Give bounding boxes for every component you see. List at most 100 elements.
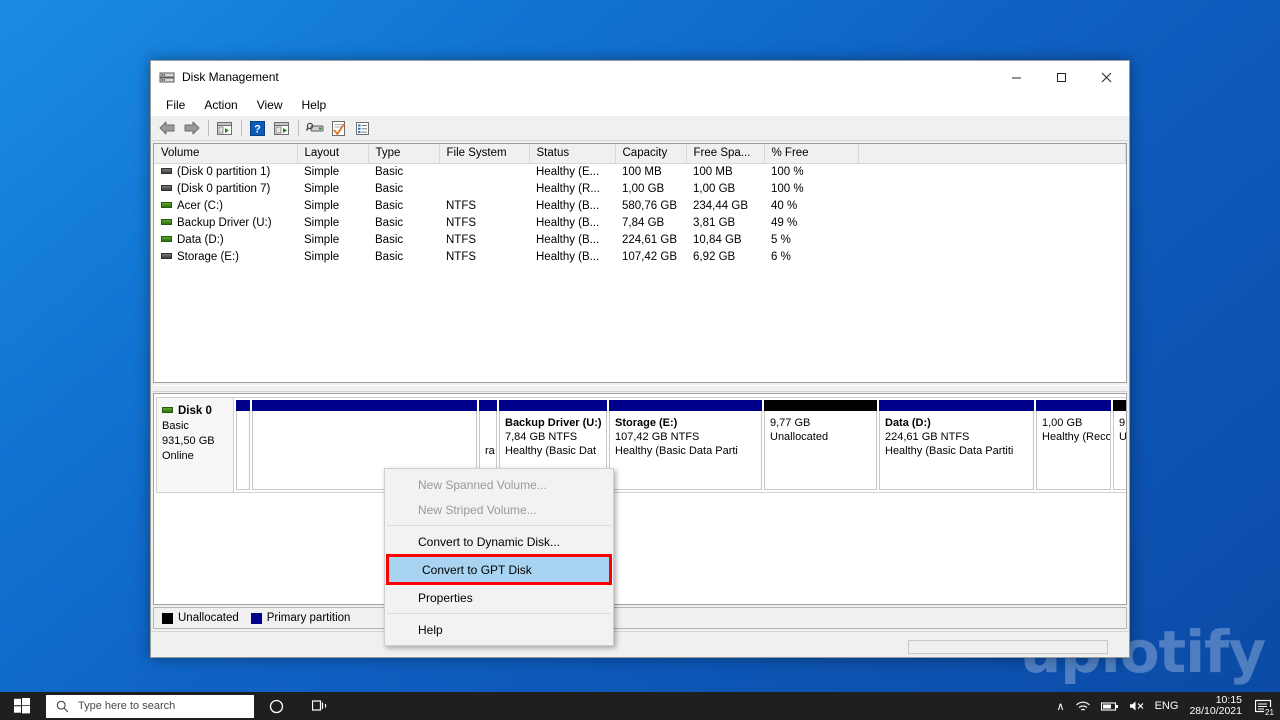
legend-swatch-primary-partition <box>250 612 262 624</box>
cell-free-space: 234,44 GB <box>693 199 748 212</box>
col-spacer[interactable] <box>858 144 1126 164</box>
menu-item-convert-to-gpt-disk[interactable]: Convert to GPT Disk <box>389 557 609 582</box>
menu-item-help[interactable]: Help <box>385 617 613 642</box>
table-header-row: Volume Layout Type File System Status Ca… <box>154 144 1126 164</box>
list-view-icon[interactable] <box>351 117 374 139</box>
table-row[interactable]: Storage (E:) Simple Basic NTFS Healthy (B...… <box>154 248 1126 265</box>
legend-label-primary-partition: Primary partition <box>266 612 351 624</box>
task-view-icon[interactable] <box>298 692 342 720</box>
disk-size: 931,50 GB <box>162 435 215 447</box>
volume-label: (Disk 0 partition 1) <box>177 165 271 178</box>
table-row[interactable]: Acer (C:) Simple Basic NTFS Healthy (B... 580… <box>154 197 1126 214</box>
cell-percent-free: 5 % <box>771 233 791 246</box>
minimize-button[interactable] <box>994 61 1039 94</box>
partition-status: Un <box>1119 431 1127 443</box>
pane-splitter[interactable] <box>153 385 1127 392</box>
cell-status: Healthy (B... <box>536 216 600 229</box>
table-row[interactable]: Backup Driver (U:) Simple Basic NTFS Healthy… <box>154 214 1126 231</box>
cell-type: Basic <box>375 250 404 263</box>
properties-icon[interactable] <box>327 117 350 139</box>
partition-size: 1,00 GB <box>1042 417 1083 429</box>
menu-file[interactable]: File <box>160 96 194 114</box>
menu-item-convert-to-dynamic-disk[interactable]: Convert to Dynamic Disk... <box>385 529 613 554</box>
col-type[interactable]: Type <box>368 144 440 164</box>
clock[interactable]: 10:15 28/10/2021 <box>1183 695 1250 717</box>
cell-volume: Data (D:) <box>154 231 297 248</box>
show-hide-console-tree-icon[interactable] <box>270 117 293 139</box>
close-button[interactable] <box>1084 61 1129 94</box>
notification-center-icon[interactable]: 21 <box>1250 692 1276 720</box>
battery-icon[interactable] <box>1096 692 1124 720</box>
disk-partition[interactable] <box>236 400 250 490</box>
table-row[interactable]: (Disk 0 partition 1) Simple Basic Healthy (… <box>154 163 1126 180</box>
window-title: Disk Management <box>182 70 279 84</box>
cell-layout: Simple <box>304 182 340 195</box>
cell-layout: Simple <box>304 165 340 178</box>
cell-capacity: 1,00 GB <box>622 182 665 195</box>
speaker-muted-icon[interactable] <box>1124 692 1150 720</box>
col-layout[interactable]: Layout <box>297 144 369 164</box>
disk-name: Disk 0 <box>178 405 212 417</box>
col-volume[interactable]: Volume <box>154 144 298 164</box>
disk-partition[interactable]: 9 M Un <box>1113 400 1127 490</box>
partition-color-band <box>236 400 250 411</box>
col-free-space[interactable]: Free Spa... <box>686 144 765 164</box>
maximize-button[interactable] <box>1039 61 1084 94</box>
wifi-icon[interactable] <box>1070 692 1096 720</box>
cell-type: Basic <box>375 216 404 229</box>
language-indicator[interactable]: ENG <box>1150 692 1184 720</box>
partition-details <box>236 411 250 490</box>
back-icon[interactable] <box>156 117 179 139</box>
search-input[interactable]: Type here to search <box>46 694 254 718</box>
volume-status-icon <box>161 201 172 208</box>
volume-table-body: (Disk 0 partition 1) Simple Basic Healthy (… <box>154 163 1126 265</box>
partition-color-band <box>499 400 607 411</box>
windows-logo-icon[interactable] <box>0 692 44 720</box>
window-controls <box>994 61 1129 94</box>
volume-label: Storage (E:) <box>177 250 239 263</box>
cell-file-system: NTFS <box>446 250 477 263</box>
menu-item-properties[interactable]: Properties <box>385 585 613 610</box>
chevron-up-icon[interactable]: ∧ <box>1052 692 1070 720</box>
horizontal-scrollbar[interactable] <box>908 640 1108 654</box>
partition-status: Healthy (Basic Data Parti <box>615 445 738 457</box>
disk-status-icon <box>162 407 173 413</box>
menu-help[interactable]: Help <box>296 96 336 114</box>
toolbar-separator <box>298 120 299 136</box>
cell-percent-free: 6 % <box>771 250 791 263</box>
window-titlebar[interactable]: Disk Management <box>151 61 1129 94</box>
cell-layout: Simple <box>304 250 340 263</box>
col-status[interactable]: Status <box>529 144 616 164</box>
cell-spacer <box>858 248 1126 265</box>
col-capacity[interactable]: Capacity <box>615 144 687 164</box>
up-folder-icon[interactable] <box>213 117 236 139</box>
partition-status: Unallocated <box>770 431 829 443</box>
disk-partition[interactable]: Storage (E:) 107,42 GB NTFS Healthy (Basic… <box>609 400 762 490</box>
disk-partition[interactable]: 1,00 GB Healthy (Reco <box>1036 400 1111 490</box>
svg-text:?: ? <box>254 123 261 135</box>
toolbar: ? <box>151 116 1129 141</box>
volume-table: Volume Layout Type File System Status Ca… <box>154 144 1126 265</box>
table-row[interactable]: (Disk 0 partition 7) Simple Basic Healthy (… <box>154 180 1126 197</box>
disk-partition[interactable]: 9,77 GB Unallocated <box>764 400 877 490</box>
help-icon[interactable]: ? <box>246 117 269 139</box>
table-row[interactable]: Data (D:) Simple Basic NTFS Healthy (B... 224… <box>154 231 1126 248</box>
menu-action[interactable]: Action <box>198 96 246 114</box>
cell-capacity: 580,76 GB <box>622 199 677 212</box>
cortana-circle-icon[interactable] <box>254 692 298 720</box>
rescan-disks-icon[interactable] <box>303 117 326 139</box>
cell-percent-free: 40 % <box>771 199 798 212</box>
notification-badge: 21 <box>1264 707 1275 718</box>
forward-icon[interactable] <box>180 117 203 139</box>
partition-details: Data (D:) 224,61 GB NTFS Healthy (Basic Da… <box>879 411 1034 490</box>
partition-status: Healthy (Reco <box>1042 431 1111 443</box>
col-percent-free[interactable]: % Free <box>764 144 859 164</box>
disk-partition[interactable]: Data (D:) 224,61 GB NTFS Healthy (Basic Da… <box>879 400 1034 490</box>
disk-info-panel[interactable]: Disk 0 Basic 931,50 GB Online <box>156 397 234 493</box>
graphical-disk-pane: Disk 0 Basic 931,50 GB Online ra Backup D… <box>153 393 1127 605</box>
col-file-system[interactable]: File System <box>439 144 530 164</box>
cell-spacer <box>858 180 1126 197</box>
menu-view[interactable]: View <box>251 96 292 114</box>
cell-free-space: 10,84 GB <box>693 233 742 246</box>
toolbar-separator <box>208 120 209 136</box>
